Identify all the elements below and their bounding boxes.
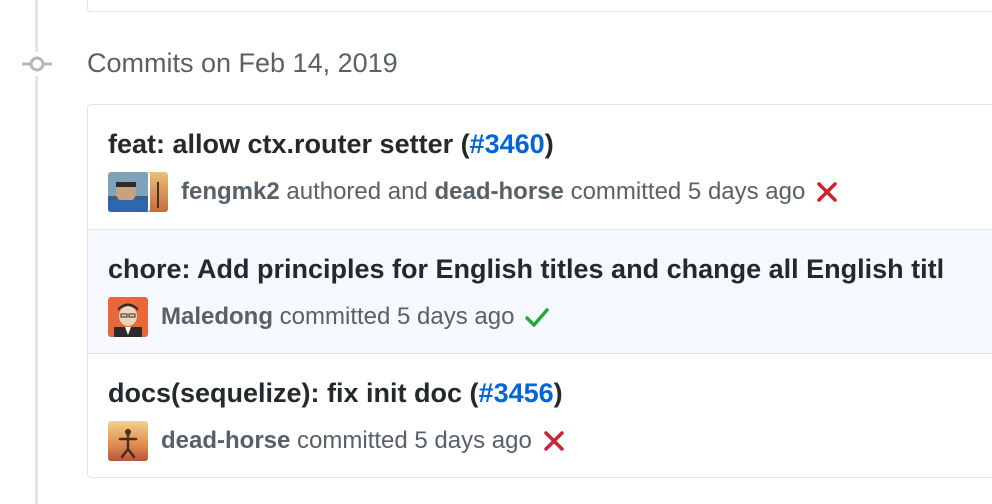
authored-text: authored and (286, 178, 428, 205)
commit-title[interactable]: docs(sequelize): fix init doc (#3456) (108, 378, 563, 409)
x-icon[interactable] (815, 180, 839, 204)
check-icon[interactable] (524, 305, 550, 329)
pr-link[interactable]: #3460 (470, 129, 545, 159)
avatar-fengmk2[interactable] (108, 172, 150, 212)
commit-message-suffix[interactable]: ) (554, 378, 563, 408)
commit-meta: Maledong committed 5 days ago (108, 296, 550, 338)
commit-node-icon (22, 52, 52, 76)
commit-list: feat: allow ctx.router setter (#3460) fe… (87, 104, 992, 478)
commit-group-date: Commits on Feb 14, 2019 (87, 48, 398, 78)
commit-meta: dead-horse committed 5 days ago (108, 420, 566, 462)
x-icon[interactable] (542, 429, 566, 453)
pr-link[interactable]: #3456 (479, 378, 554, 408)
avatar-stack[interactable] (108, 172, 168, 212)
previous-commit-list (87, 0, 992, 12)
commit-message-suffix[interactable]: ) (545, 129, 554, 159)
author-link[interactable]: fengmk2 (181, 178, 280, 206)
commit-meta: fengmk2 authored and dead-horse committe… (108, 171, 839, 213)
commit-row: docs(sequelize): fix init doc (#3456) de… (88, 353, 992, 477)
commit-time: committed 5 days ago (297, 427, 532, 454)
commit-title[interactable]: chore: Add principles for English titles… (108, 254, 944, 285)
commits-page: Commits on Feb 14, 2019 feat: allow ctx.… (0, 0, 992, 504)
commit-row: chore: Add principles for English titles… (88, 229, 992, 353)
commit-time: committed 5 days ago (279, 303, 515, 330)
commit-time: committed 5 days ago (570, 178, 806, 205)
commit-title[interactable]: feat: allow ctx.router setter (#3460) (108, 129, 554, 160)
avatar-maledong[interactable] (108, 297, 148, 337)
avatar-dead-horse[interactable] (108, 421, 148, 461)
committer-link[interactable]: dead-horse (435, 178, 564, 206)
commit-message[interactable]: docs(sequelize): fix init doc ( (108, 378, 479, 408)
commit-message[interactable]: feat: allow ctx.router setter ( (108, 129, 470, 159)
author-link[interactable]: Maledong (161, 303, 273, 331)
author-link[interactable]: dead-horse (161, 427, 290, 455)
commit-row: feat: allow ctx.router setter (#3460) fe… (88, 105, 992, 229)
commit-message[interactable]: chore: Add principles for English titles… (108, 254, 944, 284)
